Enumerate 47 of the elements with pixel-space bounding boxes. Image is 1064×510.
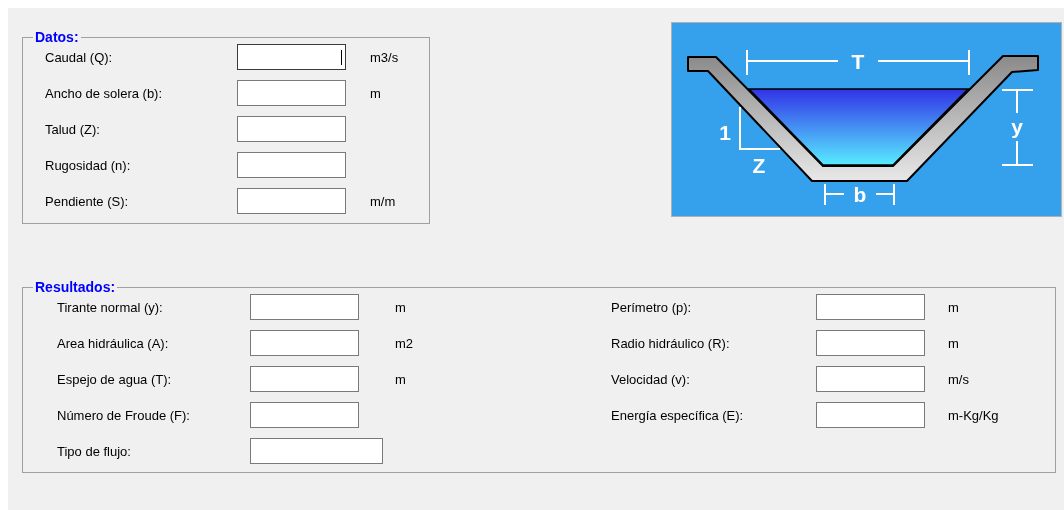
- output-field[interactable]: [816, 330, 925, 356]
- unit-label: m3/s: [370, 49, 400, 65]
- output-field[interactable]: [250, 330, 359, 356]
- input-field[interactable]: [237, 44, 346, 70]
- field-label: Energía específica (E):: [611, 407, 745, 423]
- input-field[interactable]: [237, 116, 346, 142]
- field-label: Area hidráulica (A):: [57, 335, 170, 351]
- unit-label: m: [395, 299, 407, 315]
- field-label: Pendiente (S):: [45, 193, 130, 209]
- unit-label: m/s: [948, 371, 970, 387]
- input-field[interactable]: [237, 188, 346, 214]
- output-field[interactable]: [816, 294, 925, 320]
- unit-label: m: [395, 371, 407, 387]
- field-label: Tipo de flujo:: [57, 443, 132, 459]
- unit-label: m2: [395, 335, 415, 351]
- group-title: Datos:: [34, 30, 80, 44]
- field-label: Velocidad (v):: [611, 371, 691, 387]
- field-label: Radio hidráulico (R):: [611, 335, 731, 351]
- field-label: Perímetro (p):: [611, 299, 693, 315]
- output-field[interactable]: [250, 438, 383, 464]
- output-field[interactable]: [250, 294, 359, 320]
- dimension-label: b: [853, 183, 867, 206]
- output-field[interactable]: [816, 402, 925, 428]
- dimension-label: 1: [719, 121, 731, 144]
- field-label: Ancho de solera (b):: [45, 85, 164, 101]
- field-label: Tirante normal (y):: [57, 299, 164, 315]
- field-label: Talud (Z):: [45, 121, 101, 137]
- bottom-width-dimension: [824, 183, 895, 206]
- input-field[interactable]: [237, 152, 346, 178]
- field-label: Caudal (Q):: [45, 49, 114, 65]
- dimension-label: Z: [752, 154, 766, 177]
- field-label: Rugosidad (n):: [45, 157, 132, 173]
- output-field[interactable]: [816, 366, 925, 392]
- text-cursor: [341, 50, 342, 65]
- dimension-label: T: [851, 50, 865, 73]
- unit-label: m: [948, 335, 960, 351]
- unit-label: m: [948, 299, 960, 315]
- group-title: Resultados:: [34, 280, 117, 294]
- unit-label: m-Kg/Kg: [948, 407, 999, 423]
- input-field[interactable]: [237, 80, 346, 106]
- unit-label: m/m: [370, 193, 397, 209]
- field-label: Número de Froude (F):: [57, 407, 191, 423]
- dimension-label: y: [1011, 115, 1023, 138]
- unit-label: m: [370, 85, 382, 101]
- output-field[interactable]: [250, 402, 359, 428]
- field-label: Espejo de agua (T):: [57, 371, 173, 387]
- output-field[interactable]: [250, 366, 359, 392]
